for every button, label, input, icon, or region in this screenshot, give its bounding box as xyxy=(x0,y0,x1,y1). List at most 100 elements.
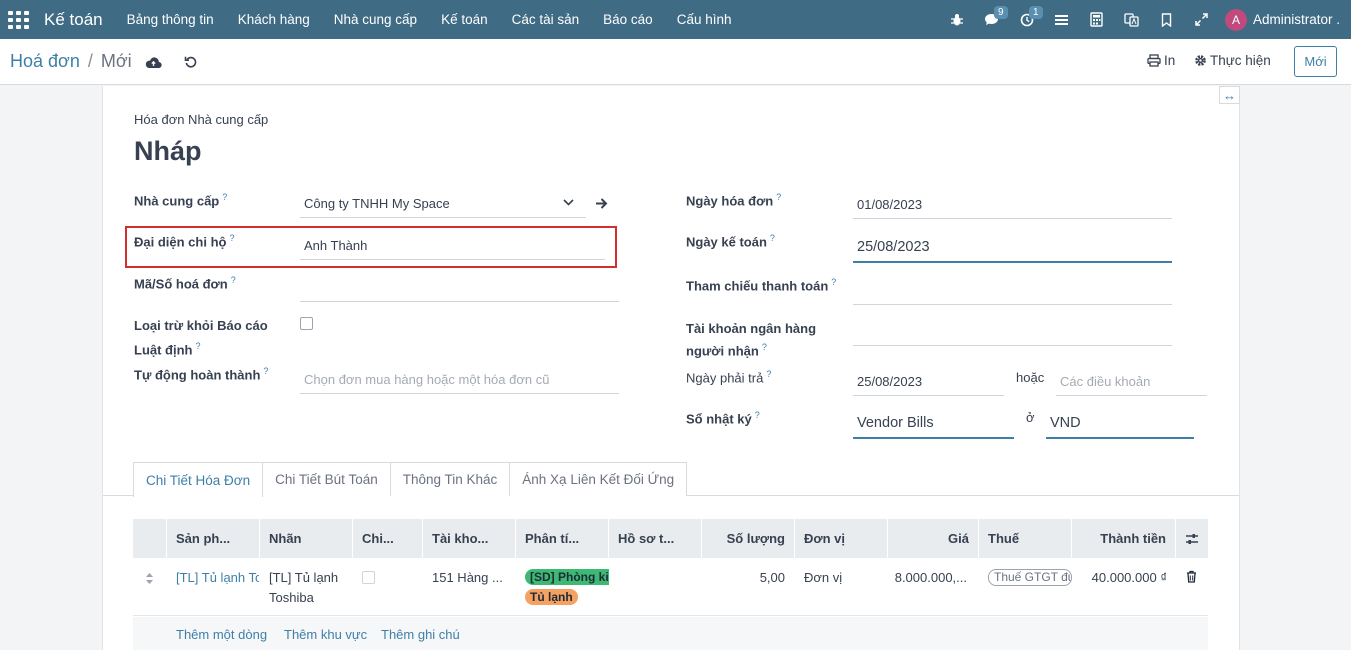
apps-menu-icon[interactable] xyxy=(8,11,29,29)
tax-pill: Thuế GTGT đư xyxy=(988,569,1072,586)
column-header-uom[interactable]: Đơn vị xyxy=(794,519,887,558)
column-header-profile[interactable]: Hồ sơ t... xyxy=(608,519,701,558)
invoice-date-input[interactable]: 01/08/2023 xyxy=(853,191,1172,219)
tab-counterpart-mapping[interactable]: Ánh Xạ Liên Kết Đối Ứng xyxy=(509,462,688,496)
menu-item-vendors[interactable]: Nhà cung cấp xyxy=(322,12,429,27)
tab-journal-items[interactable]: Chi Tiết Bút Toán xyxy=(262,462,391,496)
debug-bug-icon[interactable] xyxy=(939,0,974,39)
exclude-report-checkbox[interactable] xyxy=(300,317,313,330)
help-icon: ? xyxy=(776,192,782,202)
or-text: hoặc xyxy=(1016,370,1045,385)
payment-reference-label: Tham chiếu thanh toán? xyxy=(686,277,837,294)
due-date-label: Ngày phải trả? xyxy=(686,369,772,386)
chevron-down-icon xyxy=(563,199,574,206)
row-product[interactable]: [TL] Tủ lạnh To xyxy=(176,570,259,585)
menu-item-reports[interactable]: Báo cáo xyxy=(591,12,665,27)
translate-icon[interactable] xyxy=(1114,0,1149,39)
fullscreen-expand-icon[interactable] xyxy=(1184,0,1219,39)
agent-field[interactable]: Anh Thành xyxy=(300,232,605,260)
cloud-upload-save-icon[interactable] xyxy=(144,53,162,71)
analytic-tag: Tủ lạnh xyxy=(525,589,578,605)
breadcrumb-current: Mới xyxy=(100,51,132,71)
vendor-label: Nhà cung cấp? xyxy=(134,192,228,209)
help-icon: ? xyxy=(230,275,236,285)
in-text: ở xyxy=(1026,410,1035,425)
help-icon: ? xyxy=(769,233,775,243)
table-header: Sản ph... Nhãn Chi... Tài kho... Phân tí… xyxy=(133,519,1208,558)
row-detail-checkbox[interactable] xyxy=(362,571,375,584)
chat-badge: 9 xyxy=(994,6,1008,19)
payment-reference-input[interactable] xyxy=(853,277,1172,305)
user-name: Administrator ... xyxy=(1253,12,1341,27)
notebook-tabs: Chi Tiết Hóa Đơn Chi Tiết Bút Toán Thông… xyxy=(133,462,688,497)
column-header-subtotal[interactable]: Thành tiền xyxy=(1071,519,1175,558)
help-icon: ? xyxy=(766,369,772,379)
menu-item-configuration[interactable]: Cấu hình xyxy=(665,12,744,27)
print-label: In xyxy=(1164,53,1176,68)
add-line-row: Thêm một dòng Thêm khu vực Thêm ghi chú xyxy=(133,617,1208,650)
column-header-tax[interactable]: Thuế xyxy=(978,519,1071,558)
avatar: A xyxy=(1225,8,1247,31)
menu-item-assets[interactable]: Các tài sản xyxy=(500,12,592,27)
print-button[interactable]: In xyxy=(1147,53,1175,68)
row-label-line1: [TL] Tủ lạnh xyxy=(269,570,339,585)
calculator-icon[interactable] xyxy=(1079,0,1114,39)
recipient-bank-input[interactable] xyxy=(853,318,1172,346)
list-icon[interactable] xyxy=(1044,0,1079,39)
add-note-link[interactable]: Thêm ghi chú xyxy=(381,627,460,642)
top-navbar: Kế toán Bảng thông tin Khách hàng Nhà cu… xyxy=(0,0,1351,39)
column-header-account[interactable]: Tài kho... xyxy=(422,519,515,558)
activity-clock-icon[interactable]: 1 xyxy=(1009,0,1044,39)
control-panel: Hoá đơn / Mới In Thực hiện Mới xyxy=(0,39,1351,85)
payment-terms-input[interactable]: Các điều khoản xyxy=(1056,368,1207,396)
column-header-product[interactable]: Sản ph... xyxy=(166,519,259,558)
main-menu: Bảng thông tin Khách hàng Nhà cung cấp K… xyxy=(115,12,744,27)
column-settings-icon[interactable] xyxy=(1175,519,1208,558)
invoice-date-label: Ngày hóa đơn? xyxy=(686,192,782,209)
accounting-date-input[interactable]: 25/08/2023 xyxy=(853,232,1172,263)
vendor-field[interactable]: Công ty TNHH My Space xyxy=(300,190,586,218)
app-brand[interactable]: Kế toán xyxy=(44,10,103,30)
column-header-detail[interactable]: Chi... xyxy=(352,519,422,558)
form-subtitle: Hóa đơn Nhà cung cấp xyxy=(134,112,269,127)
menu-item-customers[interactable]: Khách hàng xyxy=(226,12,322,27)
user-menu[interactable]: A Administrator ... xyxy=(1225,8,1341,31)
row-price: 8.000.000,... xyxy=(894,570,967,585)
breadcrumb-parent[interactable]: Hoá đơn xyxy=(10,51,80,71)
help-icon: ? xyxy=(195,341,201,351)
printer-icon xyxy=(1147,54,1161,67)
add-line-link[interactable]: Thêm một dòng xyxy=(176,627,267,642)
menu-item-dashboard[interactable]: Bảng thông tin xyxy=(115,12,226,27)
trash-icon[interactable] xyxy=(1186,570,1197,586)
breadcrumb-separator: / xyxy=(87,51,93,71)
chat-icon[interactable]: 9 xyxy=(974,0,1009,39)
discard-undo-icon[interactable] xyxy=(182,53,200,71)
currency-select[interactable]: VND xyxy=(1046,408,1194,439)
bookmark-icon[interactable] xyxy=(1149,0,1184,39)
due-date-input[interactable]: 25/08/2023 xyxy=(853,368,1004,396)
arrow-right-icon[interactable] xyxy=(595,197,609,213)
help-icon: ? xyxy=(831,277,837,287)
column-header-analytic[interactable]: Phân tí... xyxy=(515,519,608,558)
expand-width-icon[interactable]: ↔ xyxy=(1219,86,1240,104)
row-quantity: 5,00 xyxy=(759,570,785,585)
drag-handle-icon[interactable] xyxy=(145,572,154,588)
column-header-quantity[interactable]: Số lượng xyxy=(701,519,794,558)
tab-other-info[interactable]: Thông Tin Khác xyxy=(389,462,511,496)
table-row[interactable]: [TL] Tủ lạnh To [TL] Tủ lạnh Toshiba 151… xyxy=(133,558,1208,616)
action-menu-button[interactable]: Thực hiện xyxy=(1194,53,1271,68)
autocomplete-label: Tự động hoàn thành? xyxy=(134,366,269,383)
autocomplete-input[interactable]: Chọn đơn mua hàng hoặc một hóa đơn cũ xyxy=(300,366,619,394)
column-header-label[interactable]: Nhãn xyxy=(259,519,352,558)
exclude-report-label: Loại trừ khỏi Báo cáo Luật định? xyxy=(134,318,268,358)
journal-select[interactable]: Vendor Bills xyxy=(853,408,1014,439)
new-record-button[interactable]: Mới xyxy=(1294,46,1337,77)
recipient-bank-label: Tài khoản ngân hàng người nhận? xyxy=(686,321,817,359)
agent-label: Đại diện chi hộ? xyxy=(134,233,235,250)
add-section-link[interactable]: Thêm khu vực xyxy=(284,627,367,642)
vendor-value: Công ty TNHH My Space xyxy=(304,196,450,211)
tab-invoice-lines[interactable]: Chi Tiết Hóa Đơn xyxy=(133,462,264,497)
column-header-price[interactable]: Giá xyxy=(887,519,978,558)
menu-item-accounting[interactable]: Kế toán xyxy=(429,12,500,27)
invoice-number-input[interactable] xyxy=(300,274,619,302)
